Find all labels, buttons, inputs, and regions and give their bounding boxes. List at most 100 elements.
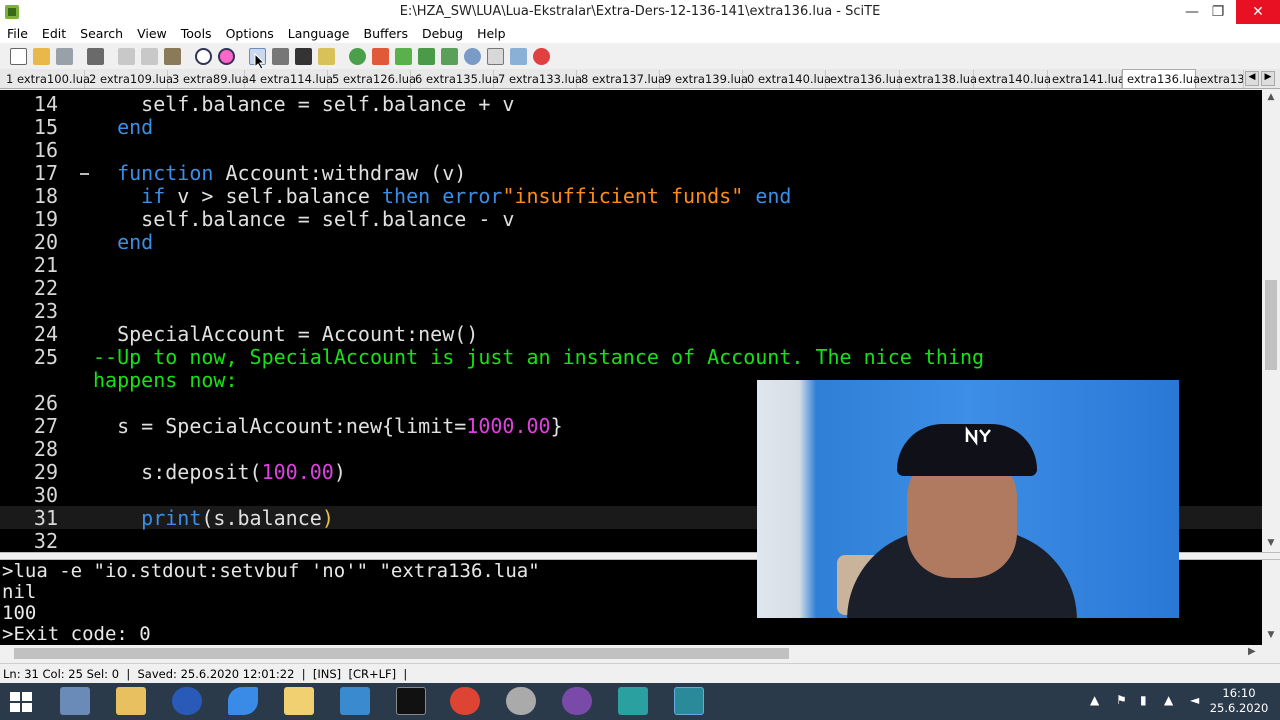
paste-icon[interactable] [164, 48, 181, 65]
window-icon[interactable] [510, 48, 527, 65]
go-icon[interactable] [395, 48, 412, 65]
tab-extra136[interactable]: extra136.lua [826, 70, 903, 88]
tab-extra100[interactable]: 1 extra100.lua [2, 70, 90, 88]
menu-search[interactable]: Search [73, 24, 130, 43]
close-button[interactable]: ✕ [1236, 0, 1280, 24]
output-vertical-scrollbar[interactable]: ▼ [1262, 560, 1280, 645]
stop-icon[interactable] [533, 48, 550, 65]
powershell-icon[interactable] [340, 687, 370, 715]
tab-extra126[interactable]: 5 extra126.lua [328, 70, 416, 88]
output-pane-icon[interactable] [487, 48, 504, 65]
menu-file[interactable]: File [0, 24, 35, 43]
tray-chevron-icon[interactable]: ▲ [1090, 693, 1099, 707]
replace-icon[interactable] [218, 48, 235, 65]
flag-icon[interactable]: ⚑ [1116, 693, 1127, 707]
code-line[interactable]: 17 function Account:withdraw (v) [0, 161, 1262, 185]
horizontal-scrollbar[interactable]: ▶ [0, 645, 1262, 662]
code-line[interactable]: 19 self.balance = self.balance - v [0, 207, 1262, 231]
tab-extra114[interactable]: 4 extra114.lua [245, 70, 333, 88]
tab-extra141[interactable]: extra141.lua [1048, 70, 1125, 88]
tab-extra137[interactable]: 8 extra137.lua [577, 70, 665, 88]
scroll-down-icon[interactable]: ▼ [1262, 630, 1280, 640]
tab-extra138[interactable]: extra138.lua [900, 70, 977, 88]
intellij-icon[interactable] [396, 687, 426, 715]
previous-message-icon[interactable] [441, 48, 458, 65]
line-number: 24 [33, 322, 58, 346]
code-line[interactable]: 23 [0, 299, 1262, 323]
next-message-icon[interactable] [418, 48, 435, 65]
new-file-icon[interactable] [10, 48, 27, 65]
notes-icon[interactable] [284, 687, 314, 715]
menu-view[interactable]: View [130, 24, 174, 43]
menu-tools[interactable]: Tools [174, 24, 219, 43]
menu-debug[interactable]: Debug [415, 24, 470, 43]
view-icon[interactable] [464, 48, 481, 65]
tab-extra139[interactable]: 9 extra139.lua [660, 70, 748, 88]
tab-scroll-left-button[interactable]: ◀ [1245, 71, 1259, 86]
code-line[interactable]: 24 SpecialAccount = Account:new() [0, 322, 1262, 346]
code-line[interactable]: 20 end [0, 230, 1262, 254]
open-folder-icon[interactable] [33, 48, 50, 65]
code-token: SpecialAccount = Account:new() [93, 322, 479, 346]
tab-extra89[interactable]: 3 extra89.lua [168, 70, 249, 88]
battery-icon[interactable]: ▮ [1140, 693, 1147, 707]
tab-scroll-right-button[interactable]: ▶ [1261, 71, 1275, 86]
tab-extra135[interactable]: 6 extra135.lua [411, 70, 499, 88]
taskbar-clock[interactable]: 16:10 25.6.2020 [1204, 686, 1274, 716]
volume-icon[interactable]: ◄ [1190, 693, 1199, 707]
print-icon[interactable] [87, 48, 104, 65]
computer-icon[interactable] [60, 687, 90, 715]
code-line[interactable]: 18 if v > self.balance then error"insuff… [0, 184, 1262, 208]
app-icon-sphere[interactable] [506, 687, 536, 715]
code-token: if [93, 184, 166, 208]
cut-icon[interactable] [118, 48, 135, 65]
code-line[interactable]: 25 --Up to now, SpecialAccount is just an… [0, 345, 1262, 369]
code-text: --Up to now, SpecialAccount is just an i… [93, 345, 984, 369]
menu-help[interactable]: Help [470, 24, 513, 43]
terminal-icon[interactable] [295, 48, 312, 65]
line-number: 29 [33, 460, 58, 484]
tab-extra13-partial[interactable]: extra13 [1196, 70, 1244, 88]
network-icon[interactable]: ▲ [1164, 693, 1173, 707]
tab-extra109[interactable]: 2 extra109.lua [85, 70, 173, 88]
chrome-icon[interactable] [450, 687, 480, 715]
github-icon[interactable] [562, 687, 592, 715]
code-line[interactable]: 15 end [0, 115, 1262, 139]
scroll-down-icon[interactable]: ▼ [1262, 538, 1280, 552]
app-icon-blue[interactable] [172, 687, 202, 715]
tab-extra140-b[interactable]: extra140.lua [974, 70, 1051, 88]
line-number: 25 [33, 345, 58, 369]
code-line[interactable]: 16 [0, 138, 1262, 162]
find-icon[interactable] [195, 48, 212, 65]
scrollbar-thumb[interactable] [14, 648, 789, 659]
tab-extra140[interactable]: 0 extra140.lua [743, 70, 831, 88]
grey-block-icon[interactable] [272, 48, 289, 65]
scroll-right-icon[interactable]: ▶ [1248, 646, 1256, 657]
menu-options[interactable]: Options [219, 24, 281, 43]
menu-edit[interactable]: Edit [35, 24, 73, 43]
scite-taskbar-icon[interactable] [674, 687, 704, 715]
build-icon[interactable] [372, 48, 389, 65]
scroll-up-icon[interactable]: ▲ [1262, 92, 1280, 106]
line-number: 14 [33, 92, 58, 116]
editor-vertical-scrollbar[interactable]: ▲ ▼ [1262, 90, 1280, 552]
menu-buffers[interactable]: Buffers [357, 24, 415, 43]
code-line[interactable]: 21 [0, 253, 1262, 277]
save-icon[interactable] [56, 48, 73, 65]
code-token: 1000.00 [466, 414, 551, 438]
scrollbar-thumb[interactable] [1265, 280, 1277, 370]
file-explorer-icon[interactable] [116, 687, 146, 715]
camera-app-icon[interactable] [618, 687, 648, 715]
maximize-button[interactable]: ❐ [1200, 0, 1236, 24]
copy-icon[interactable] [141, 48, 158, 65]
tab-extra136-active[interactable]: extra136.lua [1122, 69, 1200, 88]
code-line[interactable]: 22 [0, 276, 1262, 300]
code-line[interactable]: 14 self.balance = self.balance + v [0, 92, 1262, 116]
macro-icon[interactable] [318, 48, 335, 65]
windows-start-icon[interactable] [10, 692, 32, 712]
title-bar: E:\HZA_SW\LUA\Lua-Ekstralar\Extra-Ders-1… [0, 0, 1280, 24]
tab-extra133[interactable]: 7 extra133.lua [494, 70, 582, 88]
menu-language[interactable]: Language [281, 24, 357, 43]
compile-icon[interactable] [349, 48, 366, 65]
edge-icon[interactable] [228, 687, 258, 715]
